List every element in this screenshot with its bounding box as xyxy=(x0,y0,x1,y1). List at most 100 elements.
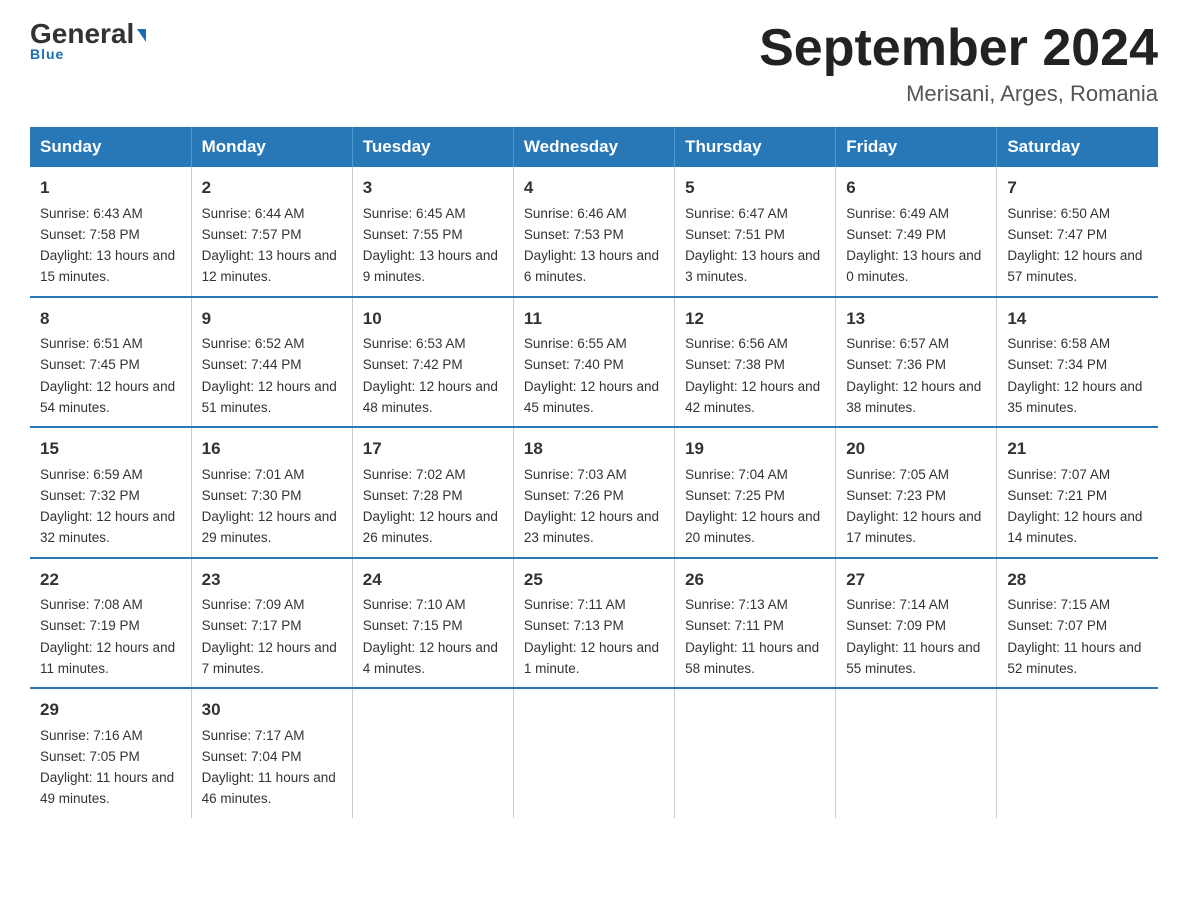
day-number: 15 xyxy=(40,436,181,462)
day-number: 20 xyxy=(846,436,986,462)
day-info: Sunrise: 6:51 AMSunset: 7:45 PMDaylight:… xyxy=(40,336,175,415)
calendar-subtitle: Merisani, Arges, Romania xyxy=(759,81,1158,107)
col-thursday: Thursday xyxy=(675,127,836,167)
week-row-4: 22Sunrise: 7:08 AMSunset: 7:19 PMDayligh… xyxy=(30,558,1158,689)
day-cell: 12Sunrise: 6:56 AMSunset: 7:38 PMDayligh… xyxy=(675,297,836,428)
day-number: 5 xyxy=(685,175,825,201)
day-number: 14 xyxy=(1007,306,1148,332)
day-cell: 22Sunrise: 7:08 AMSunset: 7:19 PMDayligh… xyxy=(30,558,191,689)
day-number: 8 xyxy=(40,306,181,332)
day-number: 19 xyxy=(685,436,825,462)
day-info: Sunrise: 6:52 AMSunset: 7:44 PMDaylight:… xyxy=(202,336,337,415)
day-cell: 11Sunrise: 6:55 AMSunset: 7:40 PMDayligh… xyxy=(513,297,674,428)
day-number: 23 xyxy=(202,567,342,593)
page-wrapper: General Blue September 2024 Merisani, Ar… xyxy=(0,0,1188,838)
day-info: Sunrise: 6:59 AMSunset: 7:32 PMDaylight:… xyxy=(40,467,175,546)
day-cell: 13 Sunrise: 6:57 AMSunset: 7:36 PMDayligh… xyxy=(836,297,997,428)
day-number: 28 xyxy=(1007,567,1148,593)
day-cell: 14 Sunrise: 6:58 AMSunset: 7:34 PMDayligh… xyxy=(997,297,1158,428)
day-number: 3 xyxy=(363,175,503,201)
week-row-1: 1 Sunrise: 6:43 AMSunset: 7:58 PMDaylight… xyxy=(30,167,1158,297)
day-number: 25 xyxy=(524,567,664,593)
col-monday: Monday xyxy=(191,127,352,167)
day-cell: 29 Sunrise: 7:16 AMSunset: 7:05 PMDayligh… xyxy=(30,688,191,818)
col-friday: Friday xyxy=(836,127,997,167)
week-row-3: 15 Sunrise: 6:59 AMSunset: 7:32 PMDayligh… xyxy=(30,427,1158,558)
day-cell: 23 Sunrise: 7:09 AMSunset: 7:17 PMDayligh… xyxy=(191,558,352,689)
calendar-table: Sunday Monday Tuesday Wednesday Thursday… xyxy=(30,127,1158,818)
logo-text: General xyxy=(30,20,146,48)
day-info: Sunrise: 7:10 AMSunset: 7:15 PMDaylight:… xyxy=(363,597,498,676)
day-cell xyxy=(836,688,997,818)
day-cell: 3 Sunrise: 6:45 AMSunset: 7:55 PMDaylight… xyxy=(352,167,513,297)
day-cell xyxy=(513,688,674,818)
day-cell: 15 Sunrise: 6:59 AMSunset: 7:32 PMDayligh… xyxy=(30,427,191,558)
day-info: Sunrise: 7:11 AMSunset: 7:13 PMDaylight:… xyxy=(524,597,659,676)
day-cell: 1 Sunrise: 6:43 AMSunset: 7:58 PMDaylight… xyxy=(30,167,191,297)
day-number: 6 xyxy=(846,175,986,201)
day-number: 1 xyxy=(40,175,181,201)
day-number: 10 xyxy=(363,306,503,332)
day-number: 29 xyxy=(40,697,181,723)
col-saturday: Saturday xyxy=(997,127,1158,167)
day-info: Sunrise: 6:49 AMSunset: 7:49 PMDaylight:… xyxy=(846,206,981,285)
logo-blue-line: Blue xyxy=(30,46,64,62)
day-info: Sunrise: 7:01 AMSunset: 7:30 PMDaylight:… xyxy=(202,467,337,546)
day-number: 9 xyxy=(202,306,342,332)
day-info: Sunrise: 7:17 AMSunset: 7:04 PMDaylight:… xyxy=(202,728,336,807)
day-number: 4 xyxy=(524,175,664,201)
day-cell: 4Sunrise: 6:46 AMSunset: 7:53 PMDaylight… xyxy=(513,167,674,297)
day-cell: 16 Sunrise: 7:01 AMSunset: 7:30 PMDayligh… xyxy=(191,427,352,558)
day-cell: 24Sunrise: 7:10 AMSunset: 7:15 PMDayligh… xyxy=(352,558,513,689)
day-cell: 30 Sunrise: 7:17 AMSunset: 7:04 PMDayligh… xyxy=(191,688,352,818)
day-cell xyxy=(352,688,513,818)
day-info: Sunrise: 6:58 AMSunset: 7:34 PMDaylight:… xyxy=(1007,336,1142,415)
day-number: 26 xyxy=(685,567,825,593)
day-cell: 2 Sunrise: 6:44 AMSunset: 7:57 PMDaylight… xyxy=(191,167,352,297)
day-cell: 27Sunrise: 7:14 AMSunset: 7:09 PMDayligh… xyxy=(836,558,997,689)
col-wednesday: Wednesday xyxy=(513,127,674,167)
day-info: Sunrise: 7:13 AMSunset: 7:11 PMDaylight:… xyxy=(685,597,819,676)
header: General Blue September 2024 Merisani, Ar… xyxy=(30,20,1158,107)
day-info: Sunrise: 6:56 AMSunset: 7:38 PMDaylight:… xyxy=(685,336,820,415)
day-info: Sunrise: 6:57 AMSunset: 7:36 PMDaylight:… xyxy=(846,336,981,415)
day-cell xyxy=(997,688,1158,818)
title-block: September 2024 Merisani, Arges, Romania xyxy=(759,20,1158,107)
day-cell: 9 Sunrise: 6:52 AMSunset: 7:44 PMDaylight… xyxy=(191,297,352,428)
calendar-title: September 2024 xyxy=(759,20,1158,77)
day-info: Sunrise: 6:43 AMSunset: 7:58 PMDaylight:… xyxy=(40,206,175,285)
day-info: Sunrise: 6:44 AMSunset: 7:57 PMDaylight:… xyxy=(202,206,337,285)
day-cell: 6 Sunrise: 6:49 AMSunset: 7:49 PMDaylight… xyxy=(836,167,997,297)
day-cell: 7Sunrise: 6:50 AMSunset: 7:47 PMDaylight… xyxy=(997,167,1158,297)
col-sunday: Sunday xyxy=(30,127,191,167)
day-number: 13 xyxy=(846,306,986,332)
day-number: 27 xyxy=(846,567,986,593)
day-number: 21 xyxy=(1007,436,1148,462)
day-cell: 8 Sunrise: 6:51 AMSunset: 7:45 PMDaylight… xyxy=(30,297,191,428)
day-info: Sunrise: 7:16 AMSunset: 7:05 PMDaylight:… xyxy=(40,728,174,807)
day-info: Sunrise: 6:45 AMSunset: 7:55 PMDaylight:… xyxy=(363,206,498,285)
day-info: Sunrise: 7:09 AMSunset: 7:17 PMDaylight:… xyxy=(202,597,337,676)
day-cell: 26 Sunrise: 7:13 AMSunset: 7:11 PMDayligh… xyxy=(675,558,836,689)
logo: General Blue xyxy=(30,20,146,62)
day-number: 30 xyxy=(202,697,342,723)
day-cell: 10Sunrise: 6:53 AMSunset: 7:42 PMDayligh… xyxy=(352,297,513,428)
day-info: Sunrise: 6:47 AMSunset: 7:51 PMDaylight:… xyxy=(685,206,820,285)
day-number: 17 xyxy=(363,436,503,462)
day-number: 16 xyxy=(202,436,342,462)
col-tuesday: Tuesday xyxy=(352,127,513,167)
day-cell: 19Sunrise: 7:04 AMSunset: 7:25 PMDayligh… xyxy=(675,427,836,558)
week-row-2: 8 Sunrise: 6:51 AMSunset: 7:45 PMDaylight… xyxy=(30,297,1158,428)
day-info: Sunrise: 7:08 AMSunset: 7:19 PMDaylight:… xyxy=(40,597,175,676)
day-info: Sunrise: 6:50 AMSunset: 7:47 PMDaylight:… xyxy=(1007,206,1142,285)
day-cell: 20 Sunrise: 7:05 AMSunset: 7:23 PMDayligh… xyxy=(836,427,997,558)
day-cell: 18 Sunrise: 7:03 AMSunset: 7:26 PMDayligh… xyxy=(513,427,674,558)
day-info: Sunrise: 7:02 AMSunset: 7:28 PMDaylight:… xyxy=(363,467,498,546)
day-info: Sunrise: 6:55 AMSunset: 7:40 PMDaylight:… xyxy=(524,336,659,415)
day-info: Sunrise: 7:15 AMSunset: 7:07 PMDaylight:… xyxy=(1007,597,1141,676)
day-info: Sunrise: 7:03 AMSunset: 7:26 PMDaylight:… xyxy=(524,467,659,546)
day-number: 2 xyxy=(202,175,342,201)
day-cell xyxy=(675,688,836,818)
day-number: 18 xyxy=(524,436,664,462)
day-info: Sunrise: 7:05 AMSunset: 7:23 PMDaylight:… xyxy=(846,467,981,546)
